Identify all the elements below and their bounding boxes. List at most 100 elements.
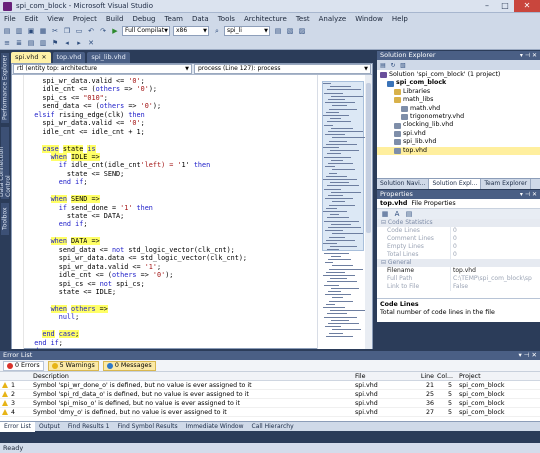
property-category[interactable]: ⊟ General [377,259,540,267]
save-icon[interactable]: ▣ [26,26,36,36]
code-line[interactable]: spi_wr_data.valid <= '0'; [26,119,247,127]
start-debug-icon[interactable]: ▶ [110,26,120,36]
find-combo[interactable]: spi_li ▼ [224,26,270,36]
left-tab-data-connection[interactable]: Data Connection Control [0,127,12,199]
property-row[interactable]: Filename top.vhd [377,267,540,275]
panel-tab-2[interactable]: Team Explorer [481,179,532,189]
menu-edit[interactable]: Edit [25,15,39,23]
tree-item-trigonometry-vhd[interactable]: trigonometry.vhd [377,113,540,121]
code-line[interactable]: spi_wr_data.valid <= '0'; [26,77,247,85]
code-line[interactable]: end process; [26,347,247,349]
bottom-tab-output[interactable]: Output [35,422,64,432]
code-line[interactable]: case state is [26,144,247,153]
code-line[interactable] [26,136,247,144]
property-value[interactable]: top.vhd [451,267,476,275]
menu-window[interactable]: Window [355,15,383,23]
tree-item-spi-vhd[interactable]: spi.vhd [377,130,540,138]
properties-pin-icon[interactable]: ▾ ⊣ ✕ [520,190,537,199]
doc-tab-top-vhd[interactable]: top.vhd [52,52,86,63]
code-text[interactable]: spi_wr_data.valid <= '0'; idle_cnt <= (o… [26,77,247,349]
next-bookmark-icon[interactable]: ▸ [74,38,84,48]
filter-1[interactable]: 5 Warnings [47,360,99,371]
tree-item-math-libs[interactable]: math_libs [377,96,540,104]
maximize-button[interactable]: □ [496,0,514,12]
code-line[interactable] [26,187,247,195]
bottom-tab-immediate-window[interactable]: Immediate Window [182,422,248,432]
code-line[interactable]: end if; [26,220,247,228]
error-row[interactable]: 4 Symbol 'dmy_o' is defined, but no value… [0,408,540,417]
code-line[interactable]: spi_cs <= "010"; [26,94,247,102]
property-value[interactable]: 0 [451,235,457,243]
properties-small-icon[interactable]: ▧ [399,61,407,69]
property-row[interactable]: Empty Lines 0 [377,243,540,251]
tree-item-math-vhd[interactable]: math.vhd [377,105,540,113]
menu-debug[interactable]: Debug [132,15,155,23]
clear-bookmarks-icon[interactable]: ✕ [86,38,96,48]
menu-build[interactable]: Build [106,15,124,23]
property-value[interactable]: False [451,283,468,291]
member-scope-select[interactable]: process (Line 127): process ▼ [194,64,371,74]
code-line[interactable]: elsif rising_edge(clk) then [26,111,247,119]
code-line[interactable]: spi_wr_data.valid <= '1'; [26,263,247,271]
code-line[interactable]: state <= SEND; [26,170,247,178]
code-line[interactable]: when SEND => [26,195,247,204]
editor-vertical-scrollbar[interactable] [365,75,372,349]
copy-icon[interactable]: ❐ [62,26,72,36]
menu-project[interactable]: Project [73,15,97,23]
menu-view[interactable]: View [47,15,64,23]
code-line[interactable]: idle_cnt <= (others => '0'); [26,271,247,279]
col-description[interactable]: Description [33,372,355,380]
col-project[interactable]: Project [455,372,525,380]
code-area[interactable]: spi_wr_data.valid <= '0'; idle_cnt <= (o… [12,75,317,349]
close-tab-icon[interactable]: ✕ [41,54,46,61]
code-line[interactable]: if send_done = '1' then [26,204,247,212]
alphabetical-icon[interactable]: A [392,209,402,219]
refresh-icon[interactable]: ↻ [389,61,397,69]
save-all-icon[interactable]: ▦ [38,26,48,36]
filter-2[interactable]: 0 Messages [102,360,156,371]
tree-item-clocking-lib-vhd[interactable]: clocking_lib.vhd [377,121,540,129]
pin-icon[interactable]: ▾ ⊣ ✕ [520,51,537,60]
redo-icon[interactable]: ↷ [98,26,108,36]
code-line[interactable]: when others => [26,304,247,313]
tree-item-spi-lib-vhd[interactable]: spi_lib.vhd [377,138,540,146]
col-number[interactable] [0,372,33,380]
uncomment-icon[interactable]: ▥ [38,38,48,48]
menu-test[interactable]: Test [296,15,310,23]
code-line[interactable]: when IDLE => [26,152,247,161]
bookmark-icon[interactable]: ⚑ [50,38,60,48]
col-column[interactable]: Col... [437,372,455,380]
platform-select[interactable]: x86 ▼ [173,26,209,36]
minimize-button[interactable]: – [478,0,496,12]
code-line[interactable]: when DATA => [26,237,247,246]
menu-architecture[interactable]: Architecture [244,15,287,23]
code-minimap[interactable] [317,75,367,349]
configuration-select[interactable]: Full Compilat ▼ [122,26,170,36]
code-line[interactable]: end if; [26,178,247,186]
panel-tab-1[interactable]: Solution Expl... [429,179,482,189]
menu-help[interactable]: Help [392,15,408,23]
code-line[interactable]: spi_cs <= not spi_cs; [26,280,247,288]
code-line[interactable] [26,322,247,330]
error-row[interactable]: 2 Symbol 'spi_rd_data_o' is defined, but … [0,390,540,399]
type-scope-select[interactable]: rtl (entity top: architecture ▼ [13,64,192,74]
tree-item-libraries[interactable]: Libraries [377,88,540,96]
tree-item-solution--spi-com-block---1-project-[interactable]: Solution 'spi_com_block' (1 project) [377,71,540,79]
code-line[interactable] [26,296,247,304]
code-editor[interactable]: rtl (entity top: architecture ▼ process (… [11,63,373,349]
cut-icon[interactable]: ✂ [50,26,60,36]
property-row[interactable]: Code Lines 0 [377,227,540,235]
outdent-icon[interactable]: ≣ [14,38,24,48]
code-line[interactable]: idle_cnt <= idle_cnt + 1; [26,128,247,136]
categorized-icon[interactable]: ▦ [380,209,390,219]
property-row[interactable]: Comment Lines 0 [377,235,540,243]
left-tab-performance-explorer[interactable]: Performance Explorer [1,53,9,123]
property-pages-icon[interactable]: ▤ [404,209,414,219]
error-row[interactable]: 1 Symbol 'spi_wr_done_o' is defined, but … [0,381,540,390]
code-line[interactable]: end if; [26,339,247,347]
property-value[interactable]: 0 [451,243,457,251]
code-line[interactable]: null; [26,313,247,321]
panel-tab-0[interactable]: Solution Navi... [377,179,430,189]
close-button[interactable]: ✕ [514,0,540,12]
error-list-pin-icon[interactable]: ▾ ⊣ ✕ [518,351,537,360]
